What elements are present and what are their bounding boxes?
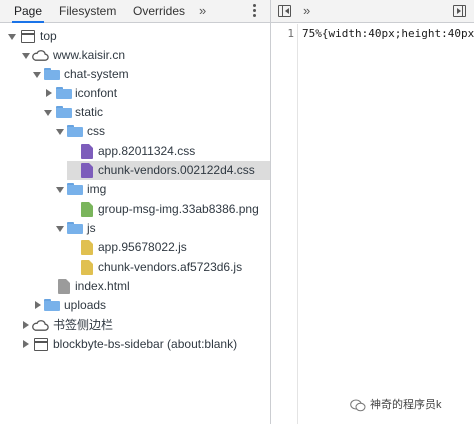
navigator-tabbar: Page Filesystem Overrides »	[0, 0, 270, 23]
frame-icon	[34, 338, 48, 351]
tree-item-file[interactable]: app.82011324.css	[0, 142, 270, 161]
collapse-arrow-icon[interactable]	[46, 89, 52, 97]
tree-item-img[interactable]: img	[0, 180, 270, 199]
tab-overrides[interactable]: Overrides	[131, 0, 187, 23]
watermark: 神奇的程序员k	[350, 398, 468, 414]
tree-item-file[interactable]: app.95678022.js	[0, 238, 270, 257]
tree-item-file[interactable]: index.html	[0, 277, 270, 296]
expand-arrow-icon[interactable]	[56, 187, 64, 193]
tree-item-label: app.95678022.js	[98, 240, 187, 254]
more-editor-tabs-button[interactable]: »	[303, 0, 310, 23]
tree-item-domain[interactable]: www.kaisir.cn	[0, 46, 270, 65]
tree-item-file[interactable]: group-msg-img.33ab8386.png	[0, 200, 270, 219]
folder-icon	[67, 125, 83, 137]
collapse-arrow-icon[interactable]	[35, 301, 41, 309]
tree-item-label: index.html	[75, 279, 130, 293]
folder-icon	[56, 106, 72, 118]
code-line[interactable]: 75%{width:40px;height:40px	[302, 27, 474, 40]
folder-icon	[44, 299, 60, 311]
frame-icon	[21, 30, 35, 43]
folder-icon	[67, 222, 83, 234]
html-file-icon	[58, 279, 70, 294]
tree-item-file[interactable]: chunk-vendors.af5723d6.js	[0, 258, 270, 277]
js-file-icon	[81, 240, 93, 255]
tree-item-label: uploads	[64, 298, 107, 312]
more-tabs-button[interactable]: »	[199, 0, 206, 23]
tree-item-label: chunk-vendors.af5723d6.js	[98, 260, 243, 274]
folder-icon	[67, 183, 83, 195]
editor-tabbar: »	[271, 0, 474, 23]
tree-item-label: static	[75, 105, 104, 119]
tree-item-blockbyte[interactable]: blockbyte-bs-sidebar (about:blank)	[0, 335, 270, 354]
expand-arrow-icon[interactable]	[44, 110, 52, 116]
tree-item-top[interactable]: top	[0, 27, 270, 46]
wechat-icon	[350, 399, 366, 412]
tree-item-file-selected[interactable]: chunk-vendors.002122d4.css	[67, 161, 270, 180]
tab-filesystem[interactable]: Filesystem	[57, 0, 118, 23]
css-file-icon	[81, 163, 93, 178]
tree-item-label: group-msg-img.33ab8386.png	[98, 202, 259, 216]
tree-item-label: css	[87, 124, 105, 138]
folder-icon	[44, 68, 60, 80]
tree-item-label: 书签侧边栏	[53, 318, 114, 332]
tree-item-label: img	[87, 182, 107, 196]
tree-item-chat-system[interactable]: chat-system	[0, 65, 270, 84]
toggle-navigator-icon[interactable]	[278, 5, 291, 17]
expand-arrow-icon[interactable]	[22, 53, 30, 59]
cloud-icon	[32, 320, 49, 331]
tree-item-label: iconfont	[75, 86, 118, 100]
tree-item-label: www.kaisir.cn	[53, 48, 126, 62]
tree-item-label: app.82011324.css	[98, 144, 196, 158]
tree-item-label: blockbyte-bs-sidebar (about:blank)	[53, 337, 238, 351]
tree-item-bookmark[interactable]: 书签侧边栏	[0, 316, 270, 335]
cloud-icon	[32, 50, 49, 61]
line-number: 1	[287, 27, 294, 40]
collapse-arrow-icon[interactable]	[23, 321, 29, 329]
collapse-arrow-icon[interactable]	[23, 340, 29, 348]
code-editor[interactable]: 1 75%{width:40px;height:40px	[271, 24, 474, 424]
sources-navigator: Page Filesystem Overrides » top www.kais…	[0, 0, 270, 424]
tree-item-label: top	[40, 29, 57, 43]
toggle-debugger-icon[interactable]	[453, 5, 466, 17]
watermark-text: 神奇的程序员k	[370, 399, 442, 411]
tree-item-label: chat-system	[64, 67, 129, 81]
expand-arrow-icon[interactable]	[33, 72, 41, 78]
css-file-icon	[81, 144, 93, 159]
image-file-icon	[81, 202, 93, 217]
tree-item-label: js	[87, 221, 96, 235]
tree-item-css[interactable]: css	[0, 122, 270, 141]
tree-item-js[interactable]: js	[0, 219, 270, 238]
tab-page[interactable]: Page	[12, 0, 45, 23]
expand-arrow-icon[interactable]	[56, 129, 64, 135]
js-file-icon	[81, 260, 93, 275]
expand-arrow-icon[interactable]	[56, 226, 64, 232]
expand-arrow-icon[interactable]	[8, 34, 16, 40]
tree-item-static[interactable]: static	[0, 103, 270, 122]
tree-item-label: chunk-vendors.002122d4.css	[98, 163, 255, 177]
tree-item-uploads[interactable]: uploads	[0, 296, 270, 315]
tree-item-iconfont[interactable]: iconfont	[0, 84, 270, 103]
folder-icon	[56, 87, 72, 99]
more-options-icon[interactable]	[246, 4, 262, 19]
line-gutter: 1	[271, 24, 298, 424]
